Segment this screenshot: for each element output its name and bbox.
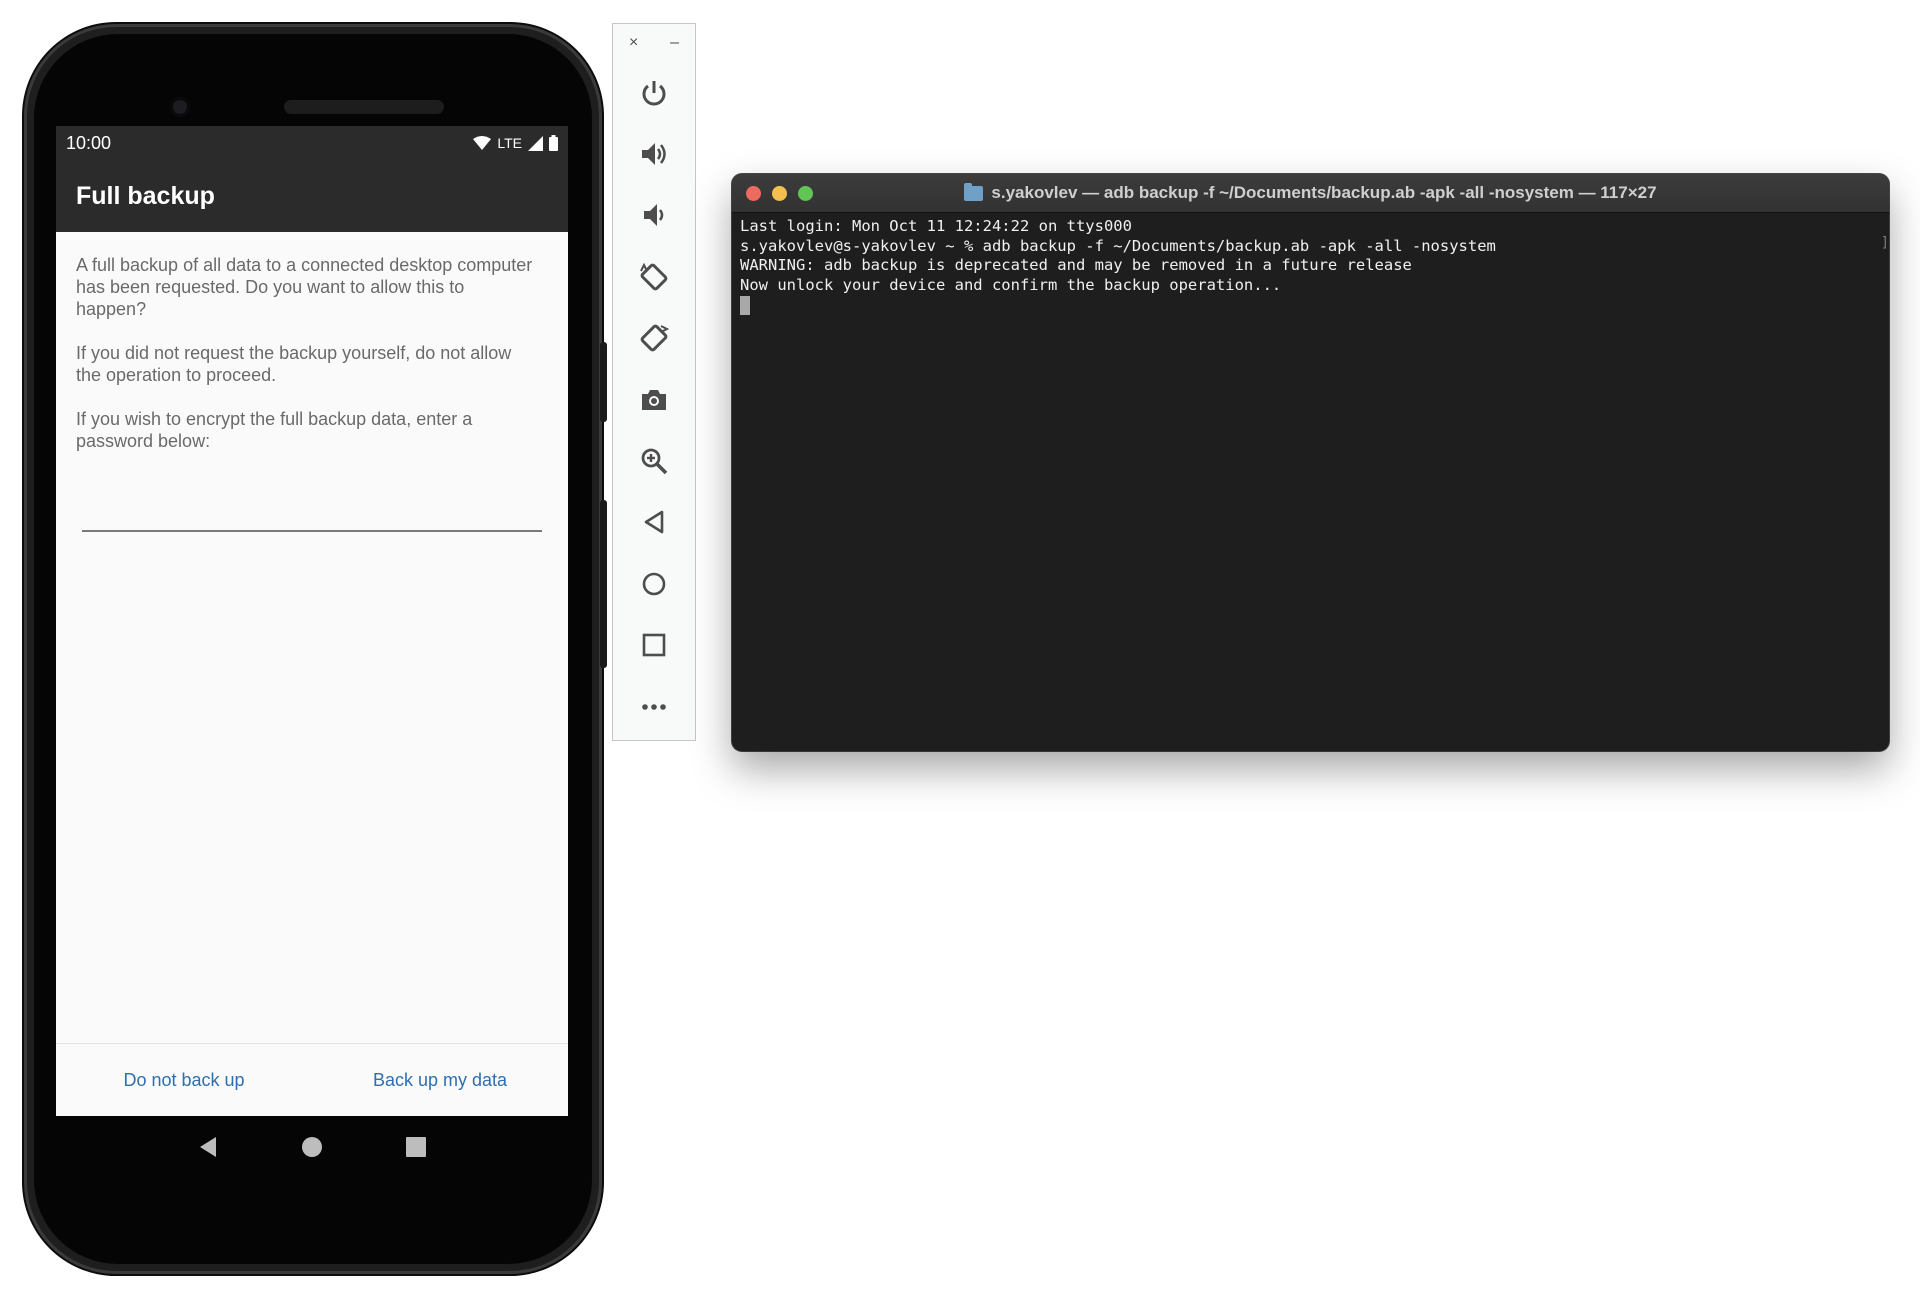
android-nav-bar (56, 1116, 568, 1178)
dialog-actions: Do not back up Back up my data (56, 1043, 568, 1116)
phone-volume-button[interactable] (600, 342, 607, 422)
emulator-toolbar: × – (612, 23, 696, 741)
rotate-right-icon[interactable] (613, 308, 695, 369)
do-not-back-up-button[interactable]: Do not back up (56, 1044, 312, 1116)
maximize-window-button[interactable] (798, 186, 813, 201)
terminal-line: Now unlock your device and confirm the b… (740, 276, 1282, 295)
close-icon[interactable]: × (629, 34, 638, 52)
password-input[interactable] (82, 530, 542, 532)
battery-icon (549, 135, 558, 151)
status-bar: 10:00 LTE (56, 126, 568, 160)
overview-icon[interactable] (613, 615, 695, 676)
back-icon[interactable] (198, 1136, 218, 1158)
terminal-window: s.yakovlev — adb backup -f ~/Documents/b… (732, 174, 1889, 751)
more-icon[interactable] (613, 676, 695, 737)
terminal-cursor (740, 295, 750, 315)
signal-icon (528, 135, 543, 151)
app-bar-title: Full backup (56, 160, 568, 232)
close-window-button[interactable] (746, 186, 761, 201)
dialog-description: A full backup of all data to a connected… (76, 255, 533, 319)
volume-up-icon[interactable] (613, 123, 695, 184)
terminal-title: s.yakovlev — adb backup -f ~/Documents/b… (991, 183, 1657, 202)
recents-icon[interactable] (406, 1137, 427, 1157)
phone-screen: 10:00 LTE Full backup A full backup of a… (56, 126, 568, 1116)
backup-dialog-content: A full backup of all data to a connected… (56, 232, 568, 452)
rotate-left-icon[interactable] (613, 246, 695, 307)
dialog-warning: If you did not request the backup yourse… (76, 343, 512, 385)
minimize-icon[interactable]: – (670, 34, 679, 52)
terminal-output[interactable]: Last login: Mon Oct 11 12:24:22 on ttys0… (732, 213, 1889, 320)
terminal-titlebar[interactable]: s.yakovlev — adb backup -f ~/Documents/b… (732, 174, 1889, 213)
scroll-marker: ] (1880, 235, 1889, 251)
encrypt-instructions: If you wish to encrypt the full backup d… (76, 409, 473, 451)
terminal-line: WARNING: adb backup is deprecated and ma… (740, 256, 1412, 275)
terminal-line: Last login: Mon Oct 11 12:24:22 on ttys0… (740, 217, 1132, 235)
status-time: 10:00 (66, 132, 112, 153)
camera-icon[interactable] (613, 369, 695, 430)
folder-icon (964, 182, 984, 201)
home-icon[interactable] (301, 1136, 323, 1158)
phone-power-button[interactable] (600, 500, 607, 668)
back-up-my-data-button[interactable]: Back up my data (312, 1044, 568, 1116)
power-icon[interactable] (613, 62, 695, 123)
back-icon[interactable] (613, 492, 695, 553)
front-camera (170, 97, 190, 117)
earpiece-speaker (284, 100, 444, 114)
home-icon[interactable] (613, 553, 695, 614)
minimize-window-button[interactable] (772, 186, 787, 201)
zoom-icon[interactable] (613, 430, 695, 491)
terminal-line: s.yakovlev@s-yakovlev ~ % adb backup -f … (740, 236, 1496, 255)
wifi-icon (473, 136, 492, 150)
network-type: LTE (497, 135, 522, 151)
volume-down-icon[interactable] (613, 185, 695, 246)
